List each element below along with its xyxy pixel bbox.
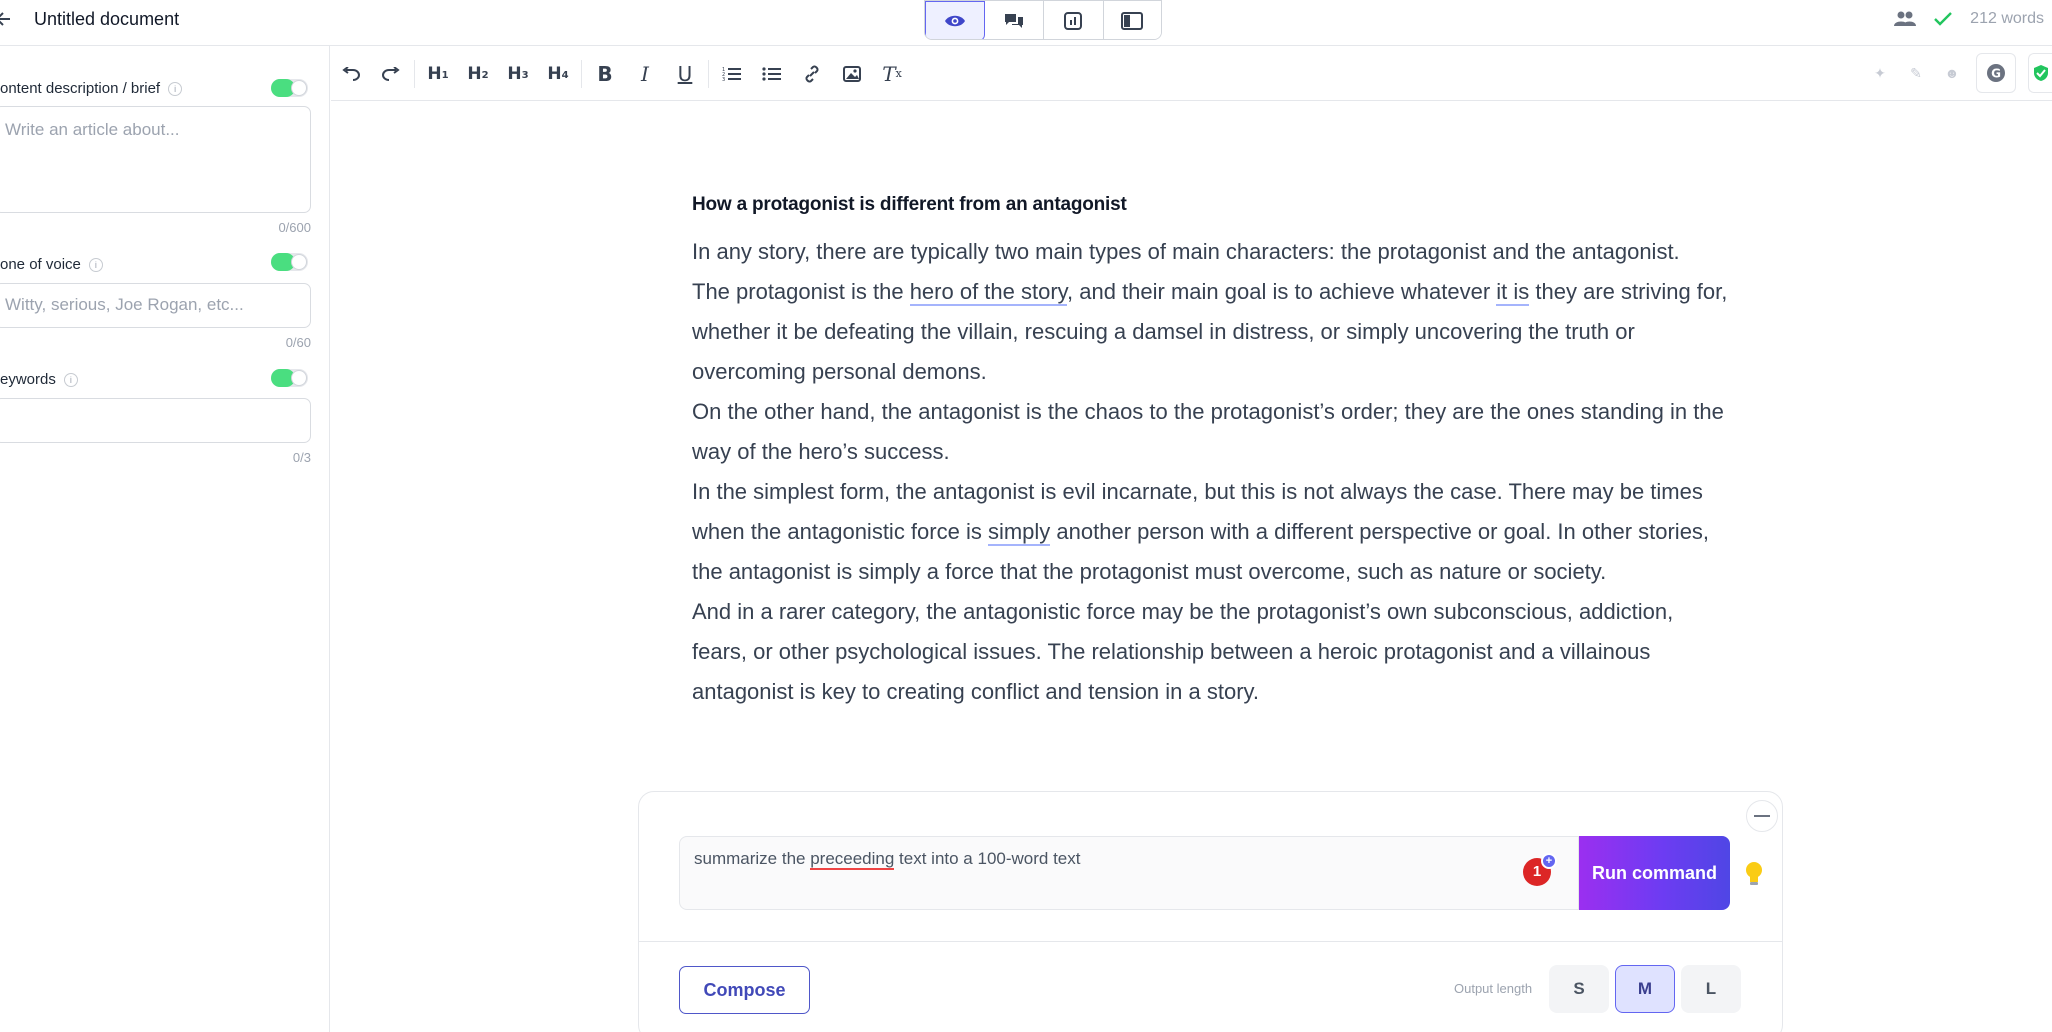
arrow-left-icon[interactable] (0, 8, 16, 30)
svg-text:G: G (1991, 67, 2001, 81)
tone-of-voice-count: 0/60 (285, 335, 311, 350)
heading-1-button[interactable]: H1 (418, 54, 458, 94)
content-description-count: 0/600 (278, 220, 311, 235)
paragraph: In the simplest form, the antagonist is … (692, 479, 1710, 584)
check-icon (1934, 12, 1953, 26)
size-s-button[interactable]: S (1549, 965, 1609, 1013)
toolbar-divider (414, 59, 415, 88)
compose-button[interactable]: Compose (679, 966, 810, 1014)
top-bar: Untitled document 212 words (0, 0, 2052, 46)
heading-2-button[interactable]: H2 (458, 54, 498, 94)
eye-icon (944, 15, 965, 27)
lightbulb-icon[interactable] (1743, 860, 1765, 888)
top-right-status: 212 words (1894, 7, 2044, 31)
content-description-label: ontent description / brief i (0, 80, 183, 97)
pen-icon[interactable]: ✎ (1904, 61, 1928, 85)
shield-button[interactable] (2028, 53, 2052, 93)
keywords-toggle[interactable] (271, 369, 308, 387)
heading-3-button[interactable]: H3 (498, 54, 538, 94)
paragraph: And in a rarer category, the antagonisti… (692, 599, 1674, 704)
bold-icon[interactable]: B (585, 54, 625, 94)
editor-toolbar: H1 H2 H3 H4 B I U 123 Tx ✦ ✎ ☻ G (331, 47, 2052, 101)
paragraph: In any story, there are typically two ma… (692, 239, 1680, 264)
paragraph: The protagonist is the hero of the story… (692, 279, 1728, 384)
tone-of-voice-toggle[interactable] (271, 253, 308, 271)
command-input[interactable]: summarize the preceeding text into a 100… (679, 836, 1579, 910)
toolbar-divider (708, 59, 709, 88)
link-icon[interactable] (792, 54, 832, 94)
suggestion-underline[interactable]: it is (1496, 279, 1530, 306)
document-heading: How a protagonist is different from an a… (692, 194, 1127, 215)
size-l-button[interactable]: L (1681, 965, 1741, 1013)
keywords-input[interactable] (0, 398, 311, 443)
emoji-icon[interactable]: ☻ (1940, 61, 1964, 85)
grammarly-icon: G (1987, 64, 2005, 82)
sparkle-icon[interactable]: ✦ (1868, 61, 1892, 85)
toolbar-divider (581, 59, 582, 88)
toolbar-right-tools: ✦ ✎ ☻ G (1868, 53, 2052, 93)
view-mode-stats-button[interactable] (1044, 1, 1104, 39)
view-mode-preview-button[interactable] (925, 1, 985, 39)
document-title[interactable]: Untitled document (34, 9, 179, 29)
underline-icon[interactable]: U (665, 54, 705, 94)
plus-badge-icon: + (1541, 853, 1557, 869)
info-icon[interactable]: i (168, 81, 183, 96)
minus-icon (1754, 815, 1770, 817)
suggestion-underline[interactable]: hero of the story (909, 279, 1068, 306)
left-panel: ontent description / brief i Write an ar… (0, 46, 330, 1032)
info-icon[interactable]: i (63, 372, 78, 387)
clear-format-icon[interactable]: Tx (872, 54, 912, 94)
view-mode-sidebar-button[interactable] (1103, 1, 1161, 39)
view-mode-chat-button[interactable] (984, 1, 1044, 39)
collapse-panel-button[interactable] (1746, 800, 1778, 832)
content-description-toggle[interactable] (271, 79, 308, 97)
output-length-label: Output length (1454, 981, 1533, 996)
chart-icon (1064, 12, 1083, 30)
info-icon[interactable]: i (88, 257, 103, 272)
sidebar-icon (1121, 12, 1144, 30)
spelling-error[interactable]: preceeding (810, 849, 895, 870)
paragraph: On the other hand, the antagonist is the… (692, 399, 1724, 464)
content-description-input[interactable]: Write an article about... (0, 106, 311, 213)
redo-icon[interactable] (371, 54, 411, 94)
bullet-list-icon[interactable] (752, 54, 792, 94)
size-m-button[interactable]: M (1615, 965, 1675, 1013)
users-icon[interactable] (1894, 11, 1917, 27)
command-text: summarize the preceeding text into a 100… (694, 849, 1081, 870)
suggestion-underline[interactable]: simply (987, 519, 1051, 546)
document-body[interactable]: How a protagonist is different from an a… (692, 190, 1732, 712)
run-command-button[interactable]: Run command (1579, 836, 1730, 910)
tone-of-voice-input[interactable]: Witty, serious, Joe Rogan, etc... (0, 283, 311, 328)
panel-divider (639, 941, 1782, 942)
image-icon[interactable] (832, 54, 872, 94)
chat-icon (1004, 14, 1023, 28)
italic-icon[interactable]: I (625, 54, 665, 94)
keywords-count: 0/3 (292, 450, 311, 465)
ordered-list-icon[interactable]: 123 (712, 54, 752, 94)
heading-4-button[interactable]: H4 (538, 54, 578, 94)
undo-icon[interactable] (331, 54, 371, 94)
view-mode-toggle (924, 0, 1162, 40)
ai-command-panel: summarize the preceeding text into a 100… (638, 791, 1783, 1032)
grammarly-button[interactable]: G (1976, 53, 2016, 93)
svg-text:3: 3 (722, 77, 725, 82)
tone-of-voice-label: one of voice i (0, 256, 103, 273)
shield-icon (2033, 65, 2048, 81)
keywords-label: eywords i (0, 371, 78, 388)
output-length-selector: S M L (1549, 965, 1741, 1013)
word-count: 212 words (1970, 10, 2044, 27)
